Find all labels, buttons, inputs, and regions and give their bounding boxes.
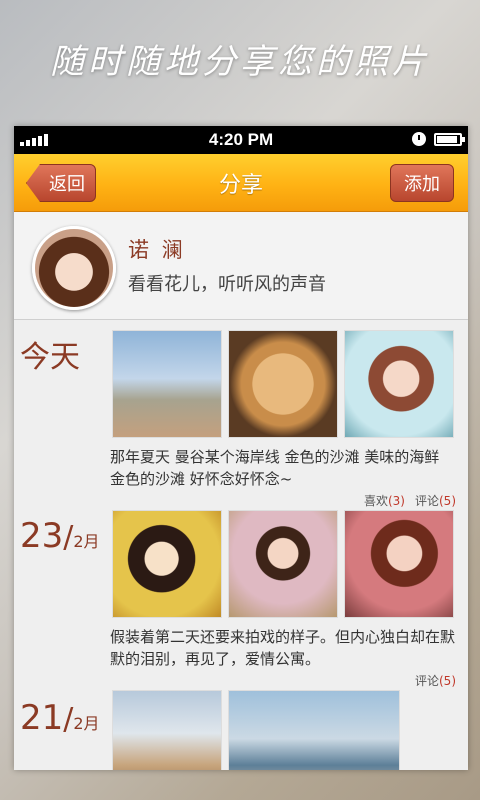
date-day: 23: [20, 516, 64, 556]
date-month: 2月: [73, 714, 100, 733]
profile-bio: 看看花儿，听听风的声音: [128, 274, 326, 295]
date-day: 21: [20, 698, 64, 738]
avatar[interactable]: [32, 226, 116, 310]
date-slash: /: [63, 520, 74, 555]
entry-caption: 那年夏天 曼谷某个海岸线 金色的沙滩 美味的海鲜 金色的沙滩 好怀念好怀念~: [110, 448, 440, 488]
comment-label: 评论: [414, 674, 439, 688]
photo-thumbnail[interactable]: [112, 690, 222, 770]
photo-thumbnail[interactable]: [344, 330, 454, 438]
date-month: 2月: [73, 532, 100, 551]
entry-caption: 假装着第二天还要来拍戏的样子。但内心独白却在默默的泪别，再见了，爱情公寓。: [110, 628, 456, 668]
add-button[interactable]: 添加: [390, 164, 454, 202]
back-button[interactable]: 返回: [26, 164, 96, 202]
like-link[interactable]: 喜欢(3): [364, 492, 405, 509]
date-slash: /: [63, 702, 74, 737]
comment-label: 评论: [414, 494, 439, 508]
banner-slogan: 随时随地分享您的照片: [50, 41, 430, 82]
like-count: (3): [387, 494, 405, 508]
date-label: 今天: [20, 340, 80, 375]
page-title: 分享: [218, 172, 263, 198]
photo-thumbnail[interactable]: [112, 330, 222, 438]
photo-thumbnail[interactable]: [112, 510, 222, 618]
nav-bar: 返回 分享 添加: [14, 154, 468, 212]
status-bar: 4:20 PM: [14, 126, 468, 154]
profile-name: 诺 澜: [128, 238, 186, 262]
promo-banner: 随时随地分享您的照片: [0, 0, 480, 126]
photo-thumbnail[interactable]: [344, 510, 454, 618]
alarm-clock-icon: [412, 132, 426, 146]
battery-icon: [434, 132, 465, 146]
comment-count: (5): [439, 494, 456, 508]
photo-thumbnail[interactable]: [228, 690, 400, 770]
signal-icon: [20, 134, 48, 146]
comment-link[interactable]: 评论(5): [415, 672, 456, 689]
photo-thumbnail[interactable]: [228, 510, 338, 618]
comment-link[interactable]: 评论(5): [415, 492, 456, 509]
profile-header: 诺 澜 看看花儿，听听风的声音: [14, 212, 468, 320]
status-time: 4:20 PM: [208, 130, 274, 149]
photo-thumbnail[interactable]: [228, 330, 338, 438]
comment-count: (5): [439, 674, 456, 688]
date-label: 21/2月: [20, 698, 100, 738]
phone-screen: 4:20 PM 返回 分享 添加 诺 澜 看看花儿，听听风的声音 今天 那年夏天…: [14, 126, 468, 770]
like-label: 喜欢: [363, 494, 388, 508]
date-label: 23/2月: [20, 516, 100, 556]
